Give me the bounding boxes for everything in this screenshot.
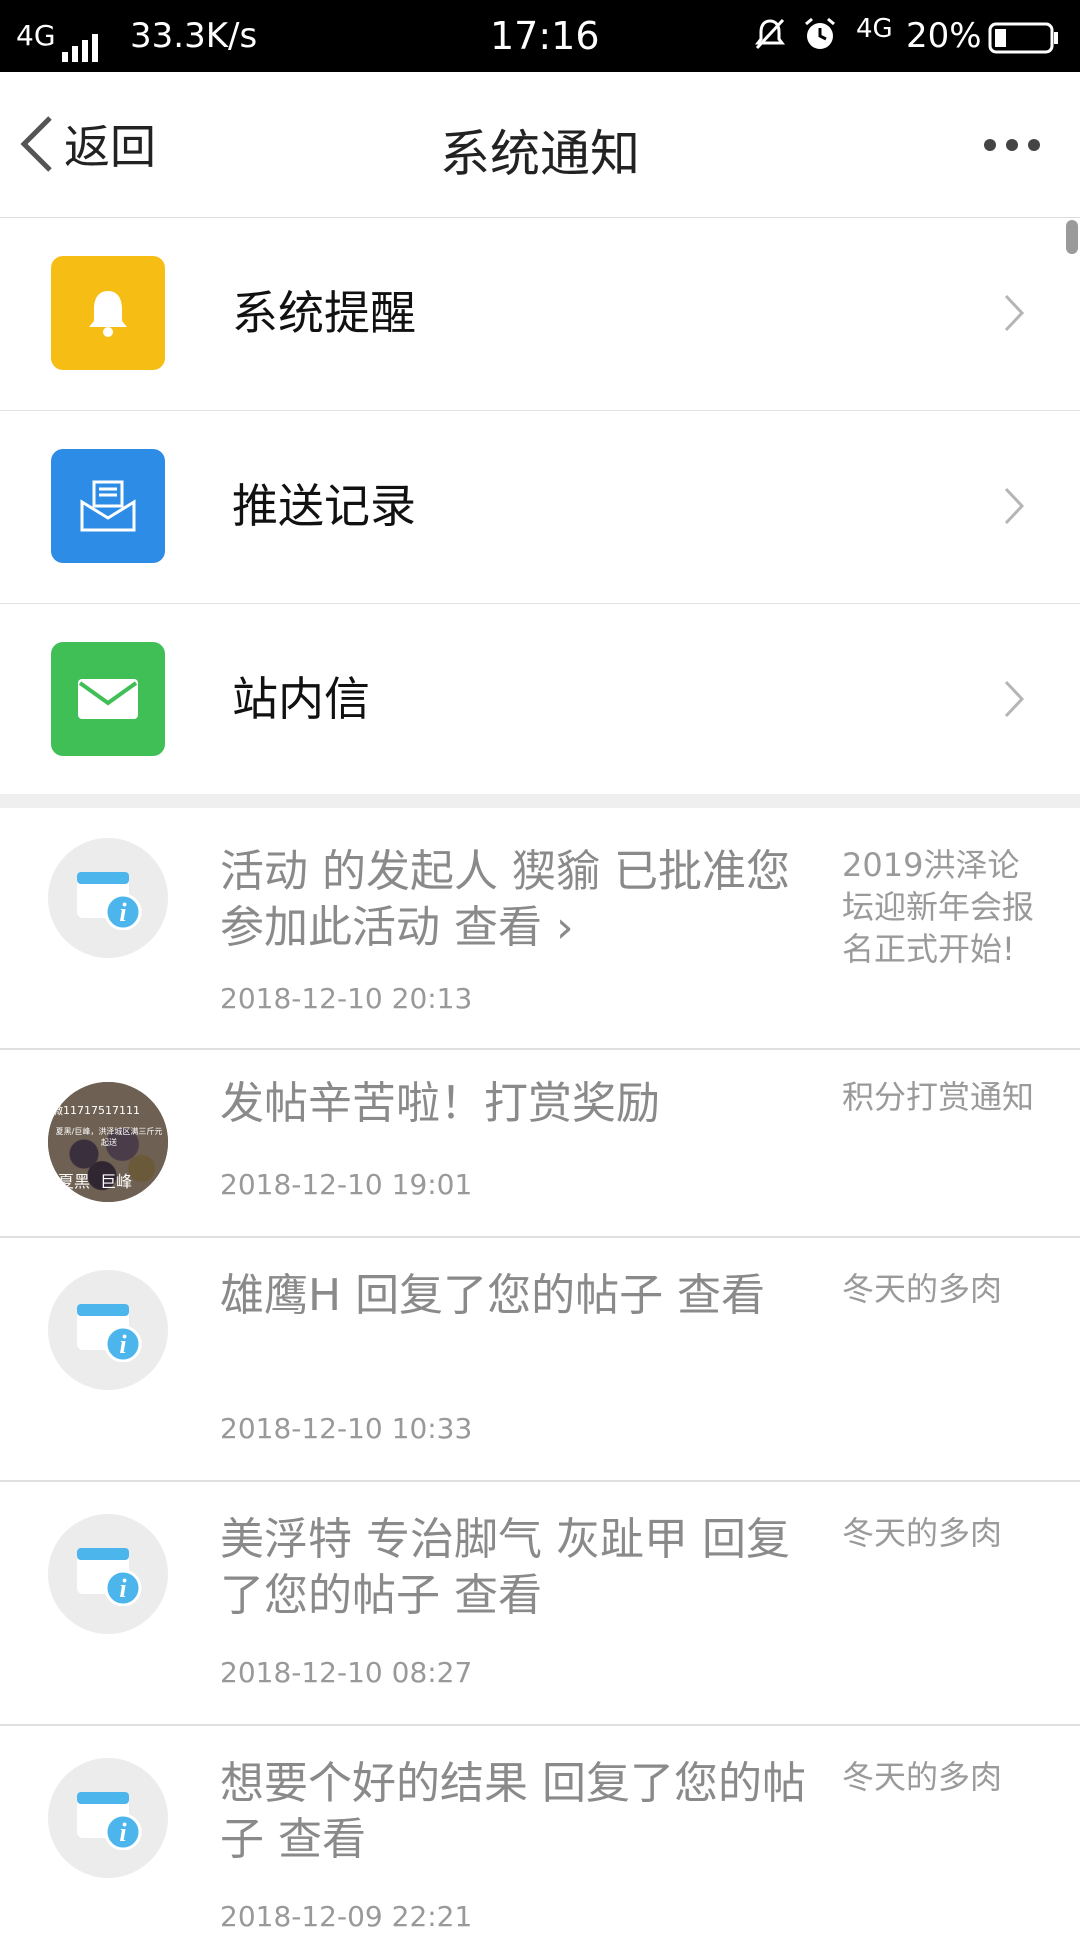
section-divider [0,794,1080,808]
status-bar: 4G 33.3K/s 17:16 4G 20% [0,0,1080,72]
notification-message: 美浮特 专治脚气 灰趾甲 回复了您的帖子 查看 [220,1514,790,1621]
svg-text:i: i [119,898,127,927]
svg-text:i: i [119,1818,127,1847]
notification-source: 冬天的多肉 [842,1514,1003,1552]
clock: 17:16 [490,14,600,58]
notification-list: i 活动 的发起人 猰貐 已批准您参加此活动 查看 › 2018-12-10 2… [0,808,1080,1936]
scrollbar[interactable] [1066,220,1078,254]
page-title: 系统通知 [440,125,640,183]
entry-push-history[interactable]: 推送记录 [0,411,1080,604]
svg-text:i: i [119,1330,127,1359]
bell-icon [51,256,165,370]
info-calendar-icon: i [48,1514,168,1634]
notification-time: 2018-12-10 10:33 [220,1412,473,1445]
entry-inbox[interactable]: 站内信 [0,604,1080,797]
notification-time: 2018-12-10 08:27 [220,1656,473,1689]
network-type-secondary: 4G [856,14,893,44]
list-item[interactable]: i 活动 的发起人 猰貐 已批准您参加此活动 查看 › 2018-12-10 2… [0,808,1080,1050]
info-calendar-icon: i [48,1270,168,1390]
notification-message: 想要个好的结果 回复了您的帖子 查看 [220,1758,806,1865]
avatar-text: 微11717517111 [52,1104,140,1117]
notification-time: 2018-12-10 19:01 [220,1168,473,1201]
more-options-icon[interactable] [984,132,1040,158]
avatar-text: 夏黑 巨峰 [58,1172,133,1191]
entry-system-reminder[interactable]: 系统提醒 [0,218,1080,411]
notification-message: 发帖辛苦啦！打赏奖励 [220,1078,660,1129]
notification-source: 冬天的多肉 [842,1758,1003,1796]
chevron-right-icon [1004,487,1025,525]
notification-source: 2019洪泽论坛迎新年会报名正式开始! [842,846,1035,968]
mute-bell-icon [752,16,788,61]
list-item[interactable]: i 雄鹰H 回复了您的帖子 查看 2018-12-10 10:33 冬天的多肉 [0,1238,1080,1482]
notification-time: 2018-12-09 22:21 [220,1900,473,1933]
chevron-right-icon [1004,294,1025,332]
envelope-icon [51,642,165,756]
list-item[interactable]: 微11717517111 夏黑/巨峰，洪泽城区满三斤元起送 夏黑 巨峰 发帖辛苦… [0,1050,1080,1238]
svg-text:i: i [119,1574,127,1603]
notification-source: 冬天的多肉 [842,1270,1003,1308]
avatar-text: 夏黑/巨峰，洪泽城区满三斤元起送 [55,1127,163,1147]
list-item[interactable]: i 想要个好的结果 回复了您的帖子 查看 2018-12-09 22:21 冬天… [0,1726,1080,1936]
list-item[interactable]: i 美浮特 专治脚气 灰趾甲 回复了您的帖子 查看 2018-12-10 08:… [0,1482,1080,1726]
entry-label: 推送记录 [232,479,416,533]
network-type: 4G [16,19,56,52]
battery-percent: 20% [906,16,982,56]
chevron-right-icon [1004,680,1025,718]
mail-open-icon [51,449,165,563]
entry-label: 站内信 [232,672,370,726]
notification-categories: 系统提醒 推送记录 站内信 [0,218,1080,797]
entry-label: 系统提醒 [232,286,416,340]
notification-message: 活动 的发起人 猰貐 已批准您参加此活动 查看 › [220,846,790,953]
avatar: 微11717517111 夏黑/巨峰，洪泽城区满三斤元起送 夏黑 巨峰 [48,1082,168,1202]
notification-message: 雄鹰H 回复了您的帖子 查看 [220,1270,766,1321]
notification-source: 积分打赏通知 [842,1078,1035,1116]
info-calendar-icon: i [48,1758,168,1878]
nav-bar: 返回 系统通知 [0,72,1080,219]
signal-icon [62,22,102,62]
network-speed: 33.3K/s [130,16,258,56]
notification-time: 2018-12-10 20:13 [220,982,473,1015]
info-calendar-icon: i [48,838,168,958]
battery-icon [988,22,1060,63]
alarm-icon [802,16,838,61]
